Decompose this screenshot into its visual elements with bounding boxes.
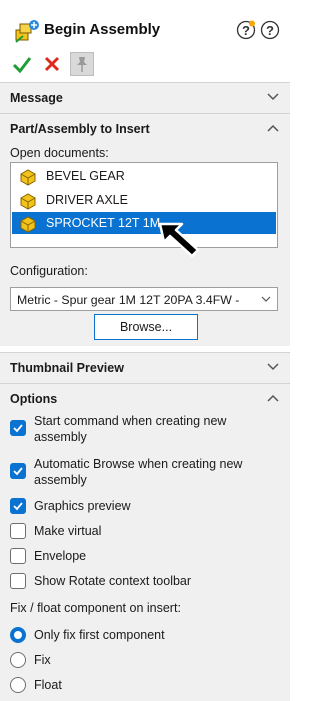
radio-label: Fix	[34, 653, 51, 667]
chevron-down-icon	[261, 296, 271, 302]
envelope-checkbox[interactable]	[10, 548, 26, 564]
radio-label: Only fix first component	[34, 628, 165, 642]
start-command-checkbox[interactable]	[10, 420, 26, 436]
list-item-label: SPROCKET 12T 1M	[46, 216, 161, 230]
checkbox-label: assembly	[34, 473, 87, 487]
only-fix-first-radio[interactable]	[10, 627, 26, 643]
options-section-header[interactable]: Options	[0, 383, 290, 414]
part-icon	[20, 193, 36, 210]
pushpin-icon	[77, 57, 87, 72]
configuration-label: Configuration:	[10, 264, 88, 278]
open-documents-label: Open documents:	[10, 146, 109, 160]
message-section-header[interactable]: Message	[0, 82, 290, 113]
x-icon[interactable]	[40, 52, 64, 76]
property-manager-panel: Begin Assembly ? ? Message Part/Assembly…	[0, 0, 290, 701]
section-label: Options	[10, 392, 58, 406]
checkbox-label: Show Rotate context toolbar	[34, 574, 192, 588]
open-documents-list[interactable]: BEVEL GEAR DRIVER AXLE SPROCKET 12T 1M	[10, 162, 278, 248]
chevron-down-icon	[267, 363, 279, 371]
checkmark-icon[interactable]	[10, 52, 34, 76]
checkbox-label: Make virtual	[34, 524, 102, 538]
chevron-down-icon	[267, 93, 279, 101]
check-icon	[13, 502, 23, 511]
checkbox-label: assembly	[34, 430, 87, 444]
section-label: Message	[10, 91, 63, 105]
question-gear-icon[interactable]: ?	[236, 20, 256, 40]
checkbox-label: Start command when creating new	[34, 414, 227, 428]
part-insert-section-header[interactable]: Part/Assembly to Insert	[0, 113, 290, 144]
list-item[interactable]: BEVEL GEAR	[12, 165, 276, 187]
list-item-label: BEVEL GEAR	[46, 169, 125, 183]
section-label: Thumbnail Preview	[10, 361, 124, 375]
make-virtual-checkbox[interactable]	[10, 523, 26, 539]
show-rotate-toolbar-checkbox[interactable]	[10, 573, 26, 589]
chevron-up-icon	[267, 394, 279, 402]
part-icon	[20, 216, 36, 233]
section-label: Part/Assembly to Insert	[10, 122, 150, 136]
assembly-icon	[15, 20, 39, 43]
float-radio[interactable]	[10, 677, 26, 693]
svg-text:?: ?	[242, 23, 250, 38]
fix-float-label: Fix / float component on insert:	[10, 601, 181, 615]
radio-label: Float	[34, 678, 62, 692]
configuration-value: Metric - Spur gear 1M 12T 20PA 3.4FW -	[17, 293, 240, 307]
action-buttons	[10, 52, 210, 78]
chevron-up-icon	[267, 124, 279, 132]
check-icon	[13, 467, 23, 476]
thumbnail-section-header[interactable]: Thumbnail Preview	[0, 352, 290, 383]
checkbox-label: Envelope	[34, 549, 87, 563]
browse-button[interactable]: Browse...	[94, 314, 198, 340]
checkbox-label: Graphics preview	[34, 499, 131, 513]
list-item-selected[interactable]: SPROCKET 12T 1M	[12, 212, 276, 234]
check-icon	[13, 424, 23, 433]
pushpin-button[interactable]	[70, 52, 94, 76]
list-item[interactable]: DRIVER AXLE	[12, 189, 276, 211]
checkbox-label: Automatic Browse when creating new	[34, 457, 243, 471]
graphics-preview-checkbox[interactable]	[10, 498, 26, 514]
svg-text:?: ?	[266, 23, 274, 38]
fix-radio[interactable]	[10, 652, 26, 668]
panel-header: Begin Assembly ? ?	[8, 18, 282, 48]
part-icon	[20, 169, 36, 186]
mouse-pointer-icon	[158, 222, 200, 258]
configuration-select[interactable]: Metric - Spur gear 1M 12T 20PA 3.4FW -	[10, 287, 278, 311]
list-item-label: DRIVER AXLE	[46, 193, 128, 207]
page-title: Begin Assembly	[44, 21, 161, 38]
automatic-browse-checkbox[interactable]	[10, 463, 26, 479]
question-icon[interactable]: ?	[260, 20, 280, 40]
